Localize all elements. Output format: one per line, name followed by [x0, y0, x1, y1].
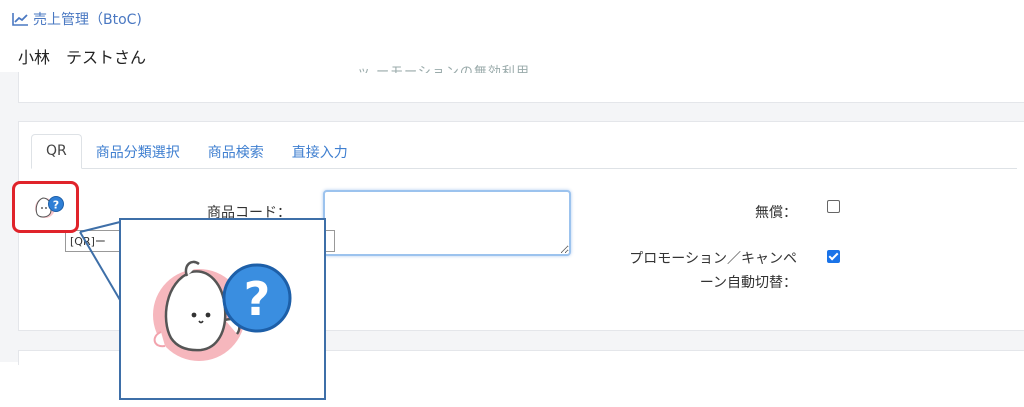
qr-help-button[interactable]: ?	[12, 181, 79, 233]
help-mascot-icon-enlarged: ?	[153, 260, 292, 361]
tab-bar: QR 商品分類選択 商品検索 直接入力	[31, 134, 1017, 169]
top-panel: ッ ーモーションの無効利用	[18, 65, 1024, 103]
product-code-input[interactable]	[323, 190, 571, 256]
help-question-mark: ?	[53, 199, 59, 212]
free-label: 無償：	[755, 205, 797, 221]
tab-category-select[interactable]: 商品分類選択	[82, 134, 194, 168]
clipped-text: ッ ーモーションの無効利用	[357, 65, 530, 73]
header: 売上管理（BtoC) 小林 テストさん	[0, 0, 1024, 72]
promo-auto-switch-checkbox[interactable]	[827, 250, 840, 263]
promo-label-line2: ーン自動切替：	[699, 275, 797, 291]
help-mascot-icon: ?	[35, 196, 64, 218]
help-question-mark-enlarged: ?	[244, 272, 271, 326]
tab-qr[interactable]: QR	[31, 134, 82, 169]
page-title: 売上管理（BtoC)	[12, 9, 142, 29]
page-title-text: 売上管理（BtoC)	[33, 12, 142, 28]
tab-direct-input[interactable]: 直接入力	[278, 134, 362, 168]
line-chart-icon	[12, 13, 28, 26]
zoom-callout: ?	[119, 218, 326, 400]
user-name: 小林 テストさん	[18, 48, 147, 67]
promo-label-line1: プロモーション／キャンペ	[629, 251, 797, 267]
free-checkbox[interactable]	[827, 200, 840, 213]
tab-product-search[interactable]: 商品検索	[194, 134, 278, 168]
